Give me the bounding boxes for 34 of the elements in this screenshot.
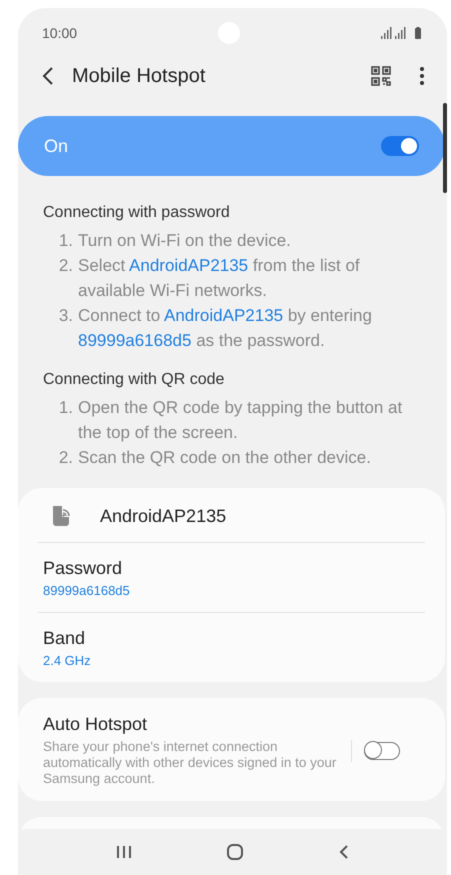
section-title: Connecting with QR code	[43, 371, 226, 389]
step-number: 2.	[58, 447, 74, 469]
step-text: Open the QR code by tapping the button at the top of the screen.	[78, 397, 404, 444]
recent-apps-button[interactable]	[114, 844, 133, 860]
network-name: AndroidAP2135	[100, 506, 226, 526]
step-text: Connect to AndroidAP2135 by entering 89999a6168d5 as the password.	[78, 305, 373, 352]
step-text: Select AndroidAP2135 from the list of available Wi-Fi networks.	[78, 255, 361, 302]
step-number: 2.	[58, 255, 74, 277]
home-button[interactable]	[226, 843, 244, 861]
setting-item[interactable]: Band 2.4 GHz	[18, 613, 445, 682]
step-number: 1.	[58, 230, 74, 252]
status-icons	[380, 27, 423, 39]
setting-label: Password	[43, 558, 124, 579]
back-nav-button[interactable]	[338, 844, 350, 860]
step-number: 3.	[58, 305, 74, 327]
auto-hotspot-description: Share your phone's internet connection automatically with other devices signed in to your Samsung account.	[43, 739, 338, 787]
auto-hotspot-toggle[interactable]	[364, 742, 400, 760]
auto-hotspot-title: Auto Hotspot	[43, 714, 148, 735]
more-options-icon	[419, 66, 425, 86]
master-toggle[interactable]	[381, 136, 419, 156]
setting-value: 89999a6168d5	[43, 583, 131, 598]
setting-label: Band	[43, 628, 86, 649]
step-number: 1.	[58, 397, 74, 419]
auto-hotspot-card[interactable]: Auto Hotspot Share your phone's internet connection automatically with other devices signed in to your Samsung account.	[18, 698, 445, 801]
status-time: 10:00	[42, 25, 78, 41]
setting-item[interactable]: Password 89999a6168d5	[18, 543, 445, 612]
section-title: Connecting with password	[43, 204, 231, 222]
setting-value: 2.4 GHz	[43, 653, 92, 668]
chevron-left-icon	[42, 67, 54, 85]
qr-code-icon	[371, 66, 391, 86]
step-text: Scan the QR code on the other device.	[78, 447, 371, 469]
master-switch-label: On	[44, 136, 68, 156]
screen-title: Mobile Hotspot	[72, 64, 206, 88]
step-text: Turn on Wi-Fi on the device.	[78, 230, 291, 252]
